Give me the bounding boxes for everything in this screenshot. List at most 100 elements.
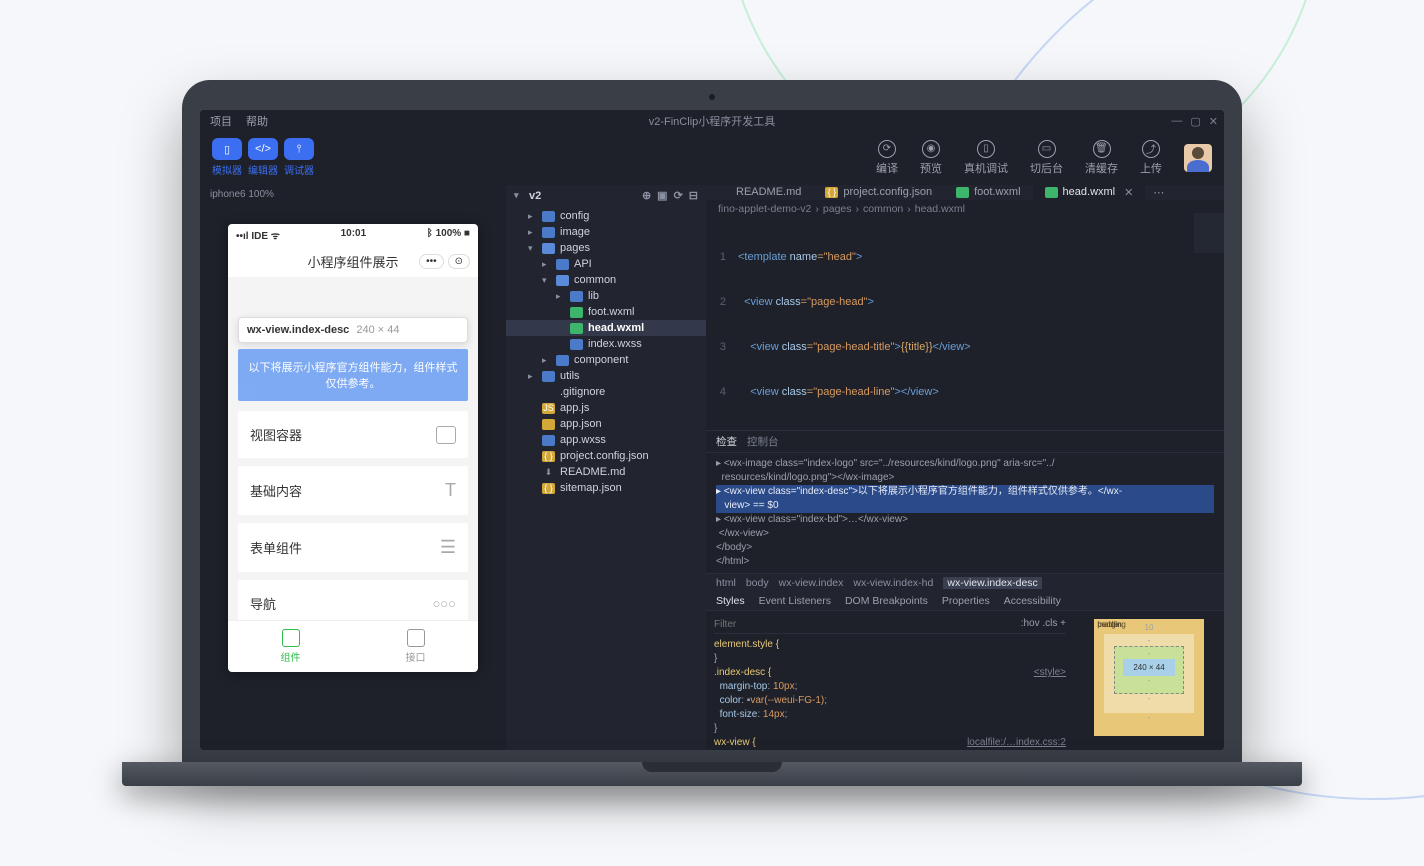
dom-crumb[interactable]: html [716,577,736,589]
tree-item[interactable]: .gitignore [506,384,706,400]
tree-item[interactable]: ▾pages [506,240,706,256]
list-item[interactable]: 导航○○○ [238,580,468,620]
styles-subtab[interactable]: Event Listeners [759,595,831,607]
close-icon[interactable]: ✕ [1209,115,1218,128]
layers-icon: ▭ [1038,140,1056,158]
editor-tab[interactable]: README.md [706,185,813,200]
devtools-tab-console[interactable]: 控制台 [747,434,779,449]
tree-item[interactable]: ▸API [506,256,706,272]
menubar: 项目 帮助 v2-FinClip小程序开发工具 — ▢ ✕ [200,110,1224,132]
breadcrumb: fino-applet-demo-v2 › pages › common › h… [706,200,1224,218]
code-editor[interactable]: 1<template name="head"> 2 <view class="p… [706,218,1224,430]
api-icon [407,629,425,647]
dom-tree[interactable]: ▸ <wx-image class="index-logo" src="../r… [706,453,1224,573]
breadcrumb-segment[interactable]: head.wxml [915,203,965,215]
phone-status-bar: ••ıl IDE ᯤ 10:01 ᛒ 100% ■ [228,224,478,246]
tree-item[interactable]: ▸config [506,208,706,224]
breadcrumb-segment[interactable]: fino-applet-demo-v2 [718,203,811,215]
tree-item[interactable]: JSapp.js [506,400,706,416]
tool-background[interactable]: ▭切后台 [1030,140,1063,176]
dom-crumb[interactable]: wx-view.index [779,577,844,589]
dom-crumb[interactable]: wx-view.index-desc [943,577,1041,589]
list-item[interactable]: 基础内容T [238,466,468,515]
wifi-icon: ᯤ [268,231,280,242]
device-icon: ▯ [977,140,995,158]
breadcrumb-segment[interactable]: common [863,203,903,215]
simulator-panel: iphone6 100% ••ıl IDE ᯤ 10:01 ᛒ 100% ■ 小… [200,185,506,750]
editor-tab[interactable]: { }project.config.json [813,185,944,200]
styles-panel[interactable]: :hov .cls + element.style { } .index-des… [706,611,1074,750]
list-item[interactable]: 表单组件☰ [238,523,468,572]
eye-icon: ◉ [922,140,940,158]
tree-item[interactable]: ▸utils [506,368,706,384]
styles-subtab[interactable]: Properties [942,595,990,607]
project-name[interactable]: v2 [529,190,541,202]
refresh-tree-icon[interactable]: ⟳ [674,189,683,202]
maximize-icon[interactable]: ▢ [1190,115,1200,128]
tool-preview[interactable]: ◉预览 [920,140,942,176]
tree-item[interactable]: ▸lib [506,288,706,304]
highlighted-element[interactable]: 以下将展示小程序官方组件能力，组件样式仅供参考。 [238,349,468,401]
code-icon: </> [255,143,271,155]
new-file-icon[interactable]: ⊕ [642,189,651,202]
mode-simulator[interactable]: ▯ 模拟器 [212,138,242,177]
tool-upload[interactable]: ⤴上传 [1140,140,1162,176]
tab-component[interactable]: 组件 [228,621,353,672]
tree-item[interactable]: ▸component [506,352,706,368]
phone-preview: ••ıl IDE ᯤ 10:01 ᛒ 100% ■ 小程序组件展示 ••• ⊙ [228,224,478,672]
tree-item[interactable]: { }sitemap.json [506,480,706,496]
menu-project[interactable]: 项目 [210,113,232,129]
tree-item[interactable]: { }project.config.json [506,448,706,464]
tabs-overflow[interactable]: ⋯ [1145,186,1172,199]
styles-subtab[interactable]: DOM Breakpoints [845,595,928,607]
tool-compile[interactable]: ⟳编译 [876,140,898,176]
tab-api[interactable]: 接口 [353,621,478,672]
list-item[interactable]: 视图容器 [238,411,468,458]
container-icon [436,426,456,444]
bluetooth-icon: ᛒ [427,228,436,239]
dom-crumb[interactable]: wx-view.index-hd [853,577,933,589]
collapse-icon[interactable]: ⊟ [689,189,698,202]
styles-toggles[interactable]: :hov .cls + [1021,617,1066,631]
devtools-tab-inspect[interactable]: 检查 [716,434,737,449]
tree-item[interactable]: foot.wxml [506,304,706,320]
explorer-header: ▾ v2 ⊕ ▣ ⟳ ⊟ [506,185,706,206]
tree-item[interactable]: ▾common [506,272,706,288]
mode-editor[interactable]: </> 编辑器 [248,138,278,177]
minimize-icon[interactable]: — [1171,115,1182,128]
tree-item[interactable]: head.wxml [506,320,706,336]
styles-subtab[interactable]: Styles [716,595,745,607]
tool-remote[interactable]: ▯真机调试 [964,140,1008,176]
tab-close-icon[interactable]: ✕ [1124,186,1133,199]
close-circle-icon[interactable]: ⊙ [448,254,470,269]
editor-tab[interactable]: foot.wxml [944,185,1032,200]
menu-help[interactable]: 帮助 [246,113,268,129]
simulator-device-label[interactable]: iphone6 100% [200,185,506,204]
dom-crumb[interactable]: body [746,577,769,589]
hamburger-icon: ☰ [440,537,456,558]
user-avatar[interactable] [1184,144,1212,172]
tree-item[interactable]: app.wxss [506,432,706,448]
phone-tabbar: 组件 接口 [228,620,478,672]
tree-item[interactable]: ▸image [506,224,706,240]
styles-subtab[interactable]: Accessibility [1004,595,1061,607]
editor-tabs: README.md{ }project.config.jsonfoot.wxml… [706,185,1224,200]
grid-icon [282,629,300,647]
mode-editor-label: 编辑器 [248,162,278,177]
camera-dot [709,94,715,100]
tree-item[interactable]: app.json [506,416,706,432]
laptop-frame: 项目 帮助 v2-FinClip小程序开发工具 — ▢ ✕ ▯ 模拟器 [182,80,1242,786]
tool-cache[interactable]: 🗑清缓存 [1085,140,1118,176]
breadcrumb-segment[interactable]: pages [823,203,852,215]
tree-item[interactable]: ⬇README.md [506,464,706,480]
new-folder-icon[interactable]: ▣ [657,189,667,202]
mode-debugger[interactable]: ⫯ 调试器 [284,138,314,177]
tree-item[interactable]: index.wxss [506,336,706,352]
menu-dots-icon[interactable]: ••• [419,254,444,269]
tooltip-dimensions: 240 × 44 [356,324,399,336]
styles-filter-input[interactable] [714,617,1021,631]
phone-navbar: 小程序组件展示 ••• ⊙ [228,246,478,277]
refresh-icon: ⟳ [878,140,896,158]
editor-tab[interactable]: head.wxml✕ [1033,185,1146,200]
minimap[interactable] [1194,213,1224,313]
